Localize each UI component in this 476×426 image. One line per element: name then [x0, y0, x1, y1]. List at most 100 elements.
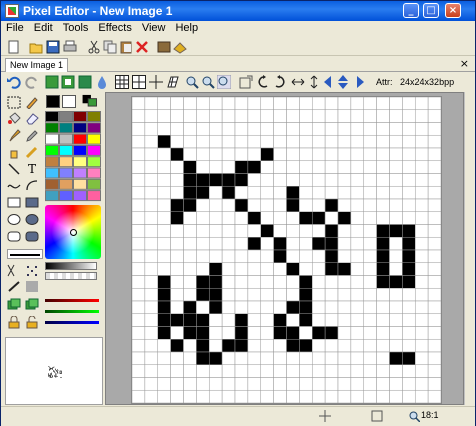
palette-swatch[interactable] — [87, 111, 101, 122]
palette-swatch[interactable] — [87, 156, 101, 168]
pixel-cell[interactable] — [402, 364, 416, 378]
pixel-cell[interactable] — [157, 173, 171, 187]
pixel-cell[interactable] — [221, 389, 236, 404]
pixel-cell[interactable] — [273, 134, 287, 149]
pixel-cell[interactable] — [376, 122, 390, 136]
shift-left-icon[interactable] — [323, 75, 337, 89]
shift-right-icon[interactable] — [351, 75, 365, 89]
pixel-cell[interactable] — [389, 122, 403, 136]
pixel-cell[interactable] — [337, 338, 352, 353]
pixel-cell[interactable] — [131, 338, 146, 353]
pixel-cell[interactable] — [286, 351, 300, 366]
pixel-cell[interactable] — [389, 351, 403, 366]
pixel-cell[interactable] — [234, 211, 249, 225]
palette-swatch[interactable] — [45, 156, 59, 168]
pixel-cell[interactable] — [221, 249, 236, 264]
layer-add-icon[interactable] — [61, 75, 75, 89]
pixel-cell[interactable] — [144, 96, 159, 111]
pixel-cell[interactable] — [286, 185, 300, 200]
pixel-cell[interactable] — [196, 224, 210, 238]
pixel-cell[interactable] — [427, 211, 442, 225]
blue-slider[interactable] — [45, 321, 99, 324]
pixel-cell[interactable] — [157, 198, 171, 213]
pixel-cell[interactable] — [414, 300, 429, 315]
pixel-cell[interactable] — [208, 134, 223, 149]
pixel-cell[interactable] — [144, 338, 159, 353]
pixel-cell[interactable] — [196, 185, 210, 200]
pixel-canvas[interactable] — [131, 96, 442, 404]
palette-swatch[interactable] — [59, 190, 73, 202]
pixel-cell[interactable] — [299, 326, 313, 340]
pixel-cell[interactable] — [247, 173, 262, 187]
pixel-cell[interactable] — [157, 262, 171, 276]
delete-icon[interactable] — [135, 40, 149, 54]
pixel-cell[interactable] — [414, 160, 429, 174]
pixel-cell[interactable] — [170, 198, 184, 213]
pixel-cell[interactable] — [376, 326, 390, 340]
pixel-cell[interactable] — [221, 287, 236, 302]
palette-swatch[interactable] — [73, 144, 87, 156]
pixel-cell[interactable] — [311, 173, 326, 187]
pixel-cell[interactable] — [337, 249, 352, 264]
pixel-cell[interactable] — [208, 109, 223, 123]
resize-icon[interactable] — [239, 75, 253, 89]
pixel-cell[interactable] — [311, 262, 326, 276]
pixel-cell[interactable] — [311, 313, 326, 327]
pixel-cell[interactable] — [414, 287, 429, 302]
pixel-cell[interactable] — [208, 198, 223, 213]
grid-icon[interactable] — [115, 75, 129, 89]
perspective-grid-icon[interactable] — [166, 75, 180, 89]
pixel-cell[interactable] — [208, 389, 223, 404]
pixel-cell[interactable] — [183, 389, 197, 404]
pixel-cell[interactable] — [376, 275, 390, 289]
pixel-cell[interactable] — [427, 351, 442, 366]
palette-swatch[interactable] — [73, 178, 87, 190]
pixel-cell[interactable] — [273, 249, 287, 264]
pixel-cell[interactable] — [414, 338, 429, 353]
pixel-cell[interactable] — [427, 224, 442, 238]
pixel-cell[interactable] — [299, 109, 313, 123]
pixel-cell[interactable] — [247, 300, 262, 315]
pixel-cell[interactable] — [170, 185, 184, 200]
pixel-cell[interactable] — [299, 300, 313, 315]
pixel-cell[interactable] — [247, 364, 262, 378]
pixel-cell[interactable] — [337, 160, 352, 174]
pixel-cell[interactable] — [389, 134, 403, 149]
pixel-cell[interactable] — [247, 198, 262, 213]
pixel-cell[interactable] — [337, 96, 352, 111]
palette-swatch[interactable] — [87, 133, 101, 145]
pixel-cell[interactable] — [363, 198, 377, 213]
pixel-cell[interactable] — [363, 364, 377, 378]
pixel-cell[interactable] — [170, 211, 184, 225]
pixel-cell[interactable] — [311, 338, 326, 353]
pixel-cell[interactable] — [170, 351, 184, 366]
pixel-cell[interactable] — [376, 109, 390, 123]
palette-swatch[interactable] — [73, 111, 87, 122]
flip-vertical-icon[interactable] — [307, 75, 321, 89]
pixel-cell[interactable] — [414, 364, 429, 378]
pixel-cell[interactable] — [234, 389, 249, 404]
rectangle-outline-icon[interactable] — [7, 196, 21, 209]
pixel-cell[interactable] — [273, 364, 287, 378]
pixel-cell[interactable] — [402, 236, 416, 251]
pixel-cell[interactable] — [286, 377, 300, 391]
pixel-cell[interactable] — [324, 389, 339, 404]
pixel-cell[interactable] — [234, 364, 249, 378]
pixel-cell[interactable] — [402, 185, 416, 200]
pixel-cell[interactable] — [389, 364, 403, 378]
color-drop-icon[interactable] — [95, 75, 109, 89]
pixel-cell[interactable] — [414, 185, 429, 200]
pixel-cell[interactable] — [286, 300, 300, 315]
pixel-cell[interactable] — [260, 326, 274, 340]
pixel-cell[interactable] — [247, 211, 262, 225]
pixel-cell[interactable] — [247, 160, 262, 174]
pixel-cell[interactable] — [221, 338, 236, 353]
pixel-cell[interactable] — [363, 134, 377, 149]
pixel-cell[interactable] — [299, 173, 313, 187]
pixel-cell[interactable] — [131, 300, 146, 315]
pixel-cell[interactable] — [402, 122, 416, 136]
pixel-cell[interactable] — [427, 96, 442, 111]
pixel-cell[interactable] — [299, 198, 313, 213]
pixel-cell[interactable] — [157, 275, 171, 289]
pixel-cell[interactable] — [170, 377, 184, 391]
